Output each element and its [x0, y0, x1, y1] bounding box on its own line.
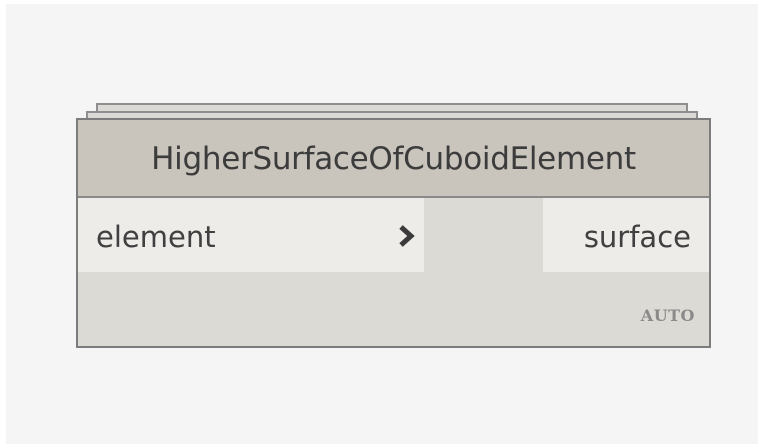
output-port-surface[interactable]: surface	[543, 198, 709, 272]
node-title: HigherSurfaceOfCuboidElement	[151, 141, 636, 177]
node-header[interactable]: HigherSurfaceOfCuboidElement	[78, 120, 709, 198]
lacing-indicator: AUTO	[640, 306, 695, 325]
code-block-node[interactable]: HigherSurfaceOfCuboidElement element sur…	[76, 118, 711, 348]
output-port-label: surface	[583, 220, 691, 254]
workspace-canvas[interactable]: HigherSurfaceOfCuboidElement element sur…	[6, 4, 758, 444]
input-port-label: element	[96, 220, 216, 254]
input-port-element[interactable]: element	[78, 198, 424, 272]
chevron-right-icon	[399, 225, 415, 247]
